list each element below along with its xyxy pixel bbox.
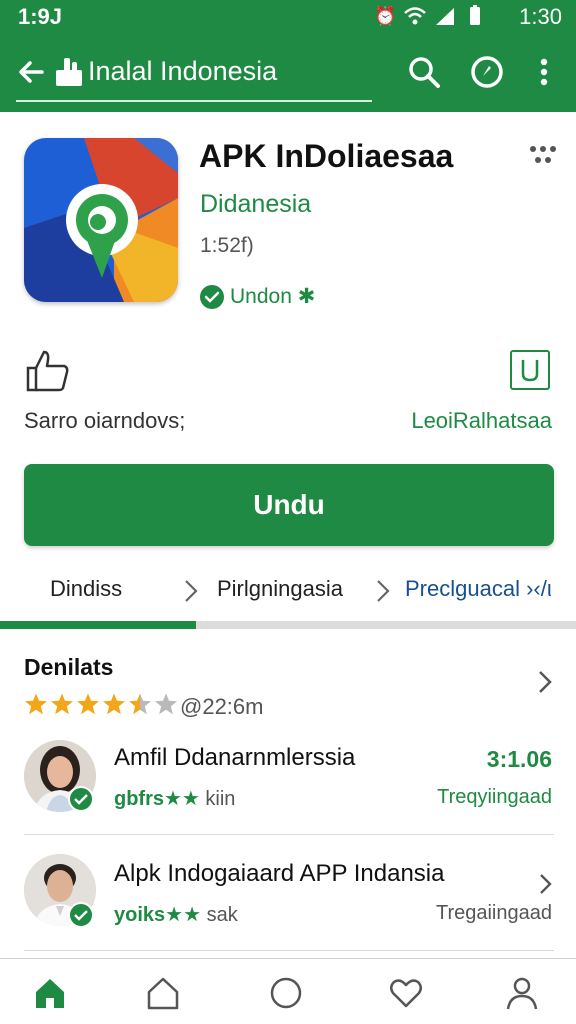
review-status: Tregaiingaad bbox=[435, 902, 552, 924]
review-price: 3:1.06 bbox=[486, 746, 552, 772]
review-subtitle: yoiks★★ sak bbox=[114, 902, 238, 927]
tab-2[interactable]: Pirlgningasia bbox=[217, 576, 343, 602]
verified-badge: Undon ✱ bbox=[200, 284, 315, 309]
details-title: Denilats bbox=[24, 654, 114, 680]
star-icon bbox=[102, 692, 126, 716]
rating-count: @22:6m bbox=[180, 694, 264, 719]
tab-3[interactable]: Preclguacal ›‹/ι bbox=[405, 576, 552, 602]
star-icon bbox=[24, 692, 48, 716]
compass-icon[interactable] bbox=[467, 52, 507, 92]
review-subtitle: gbfrs★★ kiin bbox=[114, 786, 235, 811]
divider bbox=[24, 950, 554, 951]
rating-stars bbox=[24, 692, 178, 716]
review-name: Amfil Ddanarnmlerssia bbox=[114, 744, 356, 771]
top-app-bar: Inalal Indonesia bbox=[0, 34, 576, 112]
save-icon[interactable] bbox=[510, 350, 550, 390]
star-icon bbox=[50, 692, 74, 716]
verified-label: Undon ✱ bbox=[230, 285, 316, 308]
install-button[interactable]: Undu bbox=[24, 464, 554, 546]
app-bar-title: Inalal Indonesia bbox=[88, 56, 278, 86]
heart-icon[interactable] bbox=[388, 975, 424, 1011]
chevron-right-icon[interactable] bbox=[536, 872, 554, 896]
progress-bar bbox=[0, 621, 576, 629]
progress-fill bbox=[0, 621, 196, 629]
chevron-right-icon[interactable] bbox=[534, 668, 556, 696]
alarm-icon: ⏰ bbox=[374, 6, 397, 26]
house-outline-icon[interactable] bbox=[145, 975, 181, 1011]
review-name: Alpk Indogaiaard APP Indansia bbox=[114, 860, 445, 887]
wifi-icon bbox=[404, 5, 426, 27]
home-icon[interactable] bbox=[32, 975, 68, 1011]
star-icon bbox=[76, 692, 100, 716]
search-icon[interactable] bbox=[404, 52, 444, 92]
check-circle-icon bbox=[68, 786, 94, 812]
save-label[interactable]: LeoiRalhatsaa bbox=[411, 408, 552, 434]
section-tabs: Dindiss Pirlgningasia Preclguacal ›‹/ι bbox=[0, 566, 576, 612]
title-underline bbox=[16, 100, 372, 102]
chevron-right-icon bbox=[372, 578, 394, 604]
app-name: APK InDoliaesaa bbox=[199, 138, 454, 174]
app-icon bbox=[24, 138, 178, 302]
review-status: Treqyiingaad bbox=[437, 786, 552, 808]
check-circle-icon bbox=[200, 284, 224, 309]
thumbs-up-outline-icon[interactable] bbox=[24, 348, 70, 392]
review-sub-text: sak bbox=[206, 904, 238, 926]
more-vert-icon[interactable] bbox=[528, 52, 568, 92]
check-circle-icon bbox=[68, 902, 94, 928]
chevron-right-icon bbox=[180, 578, 202, 604]
app-version: 1:52f) bbox=[200, 234, 254, 257]
battery-icon bbox=[464, 5, 486, 27]
status-time-right: 1:30 bbox=[519, 4, 562, 29]
review-sub-text: kiin bbox=[205, 788, 236, 810]
developer-link[interactable]: Didanesia bbox=[200, 190, 311, 219]
divider bbox=[24, 834, 554, 835]
status-icons: ⏰ bbox=[374, 5, 486, 27]
review-item[interactable]: Alpk Indogaiaard APP Indansia yoiks★★ sa… bbox=[0, 850, 576, 966]
status-time-left: 1:9J bbox=[18, 4, 63, 29]
status-bar: 1:9J ⏰ 1:30 bbox=[0, 0, 576, 34]
person-icon[interactable] bbox=[504, 975, 540, 1011]
star-icon bbox=[154, 692, 178, 716]
bottom-navigation bbox=[0, 958, 576, 1024]
thumbs-up-icon bbox=[54, 54, 84, 88]
back-arrow-icon[interactable] bbox=[14, 54, 50, 90]
review-stars-text: gbfrs★★ bbox=[114, 788, 200, 810]
star-icon bbox=[128, 692, 152, 716]
like-label: Sarro oiarndovs; bbox=[24, 408, 186, 433]
overflow-dots-icon[interactable] bbox=[528, 142, 558, 166]
circle-icon[interactable] bbox=[268, 975, 304, 1011]
signal-icon bbox=[434, 5, 456, 27]
tab-1[interactable]: Dindiss bbox=[50, 576, 122, 602]
review-stars-text: yoiks★★ bbox=[114, 904, 202, 926]
